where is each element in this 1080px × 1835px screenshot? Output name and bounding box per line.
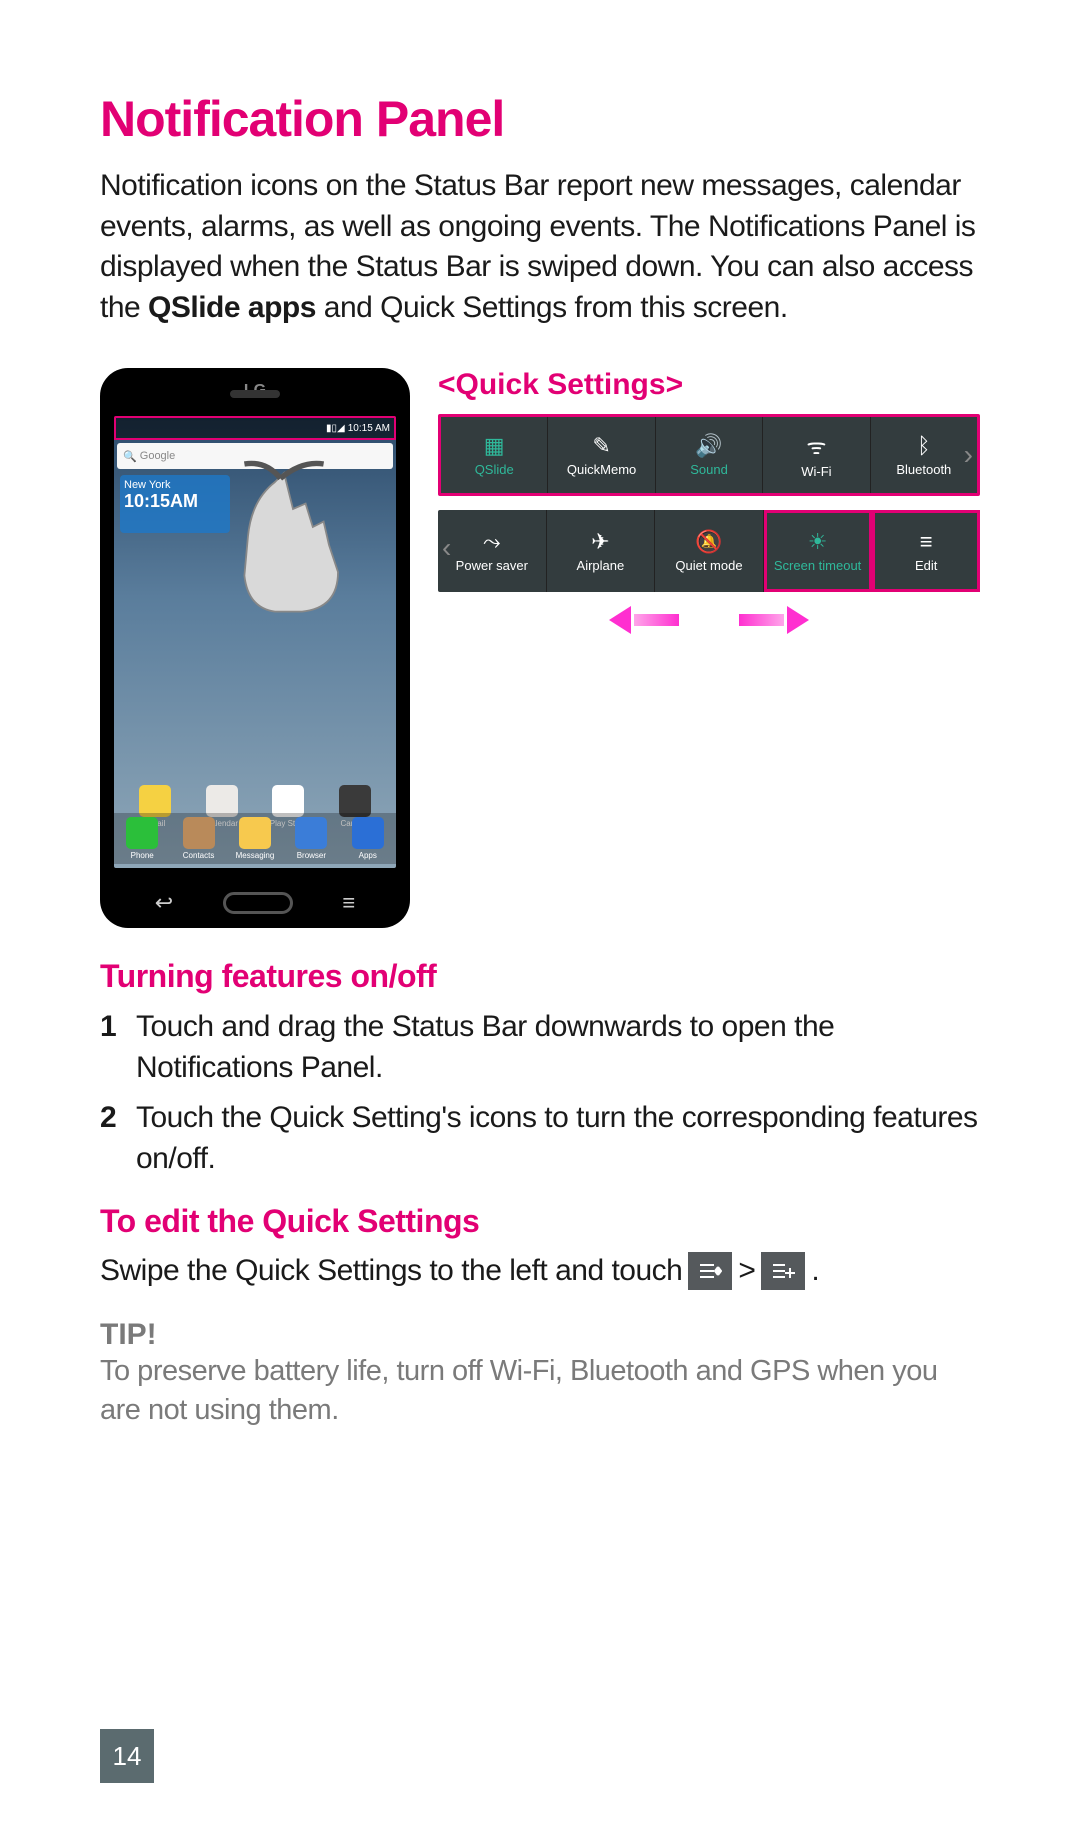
qs-item-screen-timeout: ☀Screen timeout [764,510,873,592]
steps-list: 1Touch and drag the Status Bar downwards… [100,1007,980,1179]
home-button [223,892,293,914]
phone-navbar: ↩ ≡ [100,890,410,916]
app-icon: Browser [290,817,332,860]
menu-icon: ≡ [342,890,355,916]
qs-row-2: ‹ ⤳Power saver✈Airplane🔕Quiet mode☀Scree… [438,510,980,592]
swipe-arrows [438,606,980,634]
phone-mock: LG ▮▯◢ 10:15 AM 🔍 Google New York 10:15A… [100,368,410,928]
arrow-right-icon [739,606,809,634]
edit-instruction: Swipe the Quick Settings to the left and… [100,1252,980,1290]
step: 1Touch and drag the Status Bar downwards… [100,1007,980,1088]
qs-item-power-saver: ⤳Power saver [438,510,547,592]
qs-row-1: › ▦QSlide✎QuickMemo🔊SoundᯤWi-FiᛒBluetoot… [438,414,980,496]
qs-item-sound: 🔊Sound [656,417,763,493]
page-title: Notification Panel [100,90,980,148]
tip-body: To preserve battery life, turn off Wi-Fi… [100,1352,980,1430]
edit-period: . [811,1254,819,1288]
qs-item-airplane: ✈Airplane [547,510,656,592]
swipe-hand-icon [194,446,374,626]
gt-separator: > [738,1254,755,1288]
app-icon: Phone [121,817,163,860]
signal-icon: ▮▯◢ [326,423,345,434]
chevron-left-icon: ‹ [442,532,451,564]
page-number: 14 [100,1729,154,1783]
step: 2Touch the Quick Setting's icons to turn… [100,1098,980,1179]
section-heading-2: To edit the Quick Settings [100,1203,980,1240]
qs-item-quickmemo: ✎QuickMemo [548,417,655,493]
quick-settings-panel: <Quick Settings> › ▦QSlide✎QuickMemo🔊Sou… [438,368,980,928]
search-placeholder: Google [140,450,175,462]
tip-heading: TIP! [100,1318,980,1352]
qs-item-quiet-mode: 🔕Quiet mode [655,510,764,592]
chevron-right-icon: › [964,439,973,471]
app-row-2: Phone Contacts Messaging Browser Apps [114,813,396,864]
qs-item-wi-fi: ᯤWi-Fi [763,417,870,493]
qs-item-bluetooth: ᛒBluetooth [871,417,977,493]
edit-text: Swipe the Quick Settings to the left and… [100,1254,682,1288]
phone-speaker [230,390,280,398]
edit-list-icon [688,1252,732,1290]
app-icon: Contacts [178,817,220,860]
edit-add-icon [761,1252,805,1290]
figure-row: LG ▮▯◢ 10:15 AM 🔍 Google New York 10:15A… [100,368,980,928]
intro-paragraph: Notification icons on the Status Bar rep… [100,166,980,328]
qs-item-edit: ≡Edit [872,510,980,592]
search-icon: 🔍 [123,450,140,463]
status-bar: ▮▯◢ 10:15 AM [114,416,396,440]
phone-screen: ▮▯◢ 10:15 AM 🔍 Google New York 10:15AM E… [114,416,396,868]
arrow-left-icon [609,606,679,634]
qs-item-qslide: ▦QSlide [441,417,548,493]
qs-heading: <Quick Settings> [438,368,980,402]
app-icon: Messaging [234,817,276,860]
section-heading-1: Turning features on/off [100,958,980,995]
status-time: 10:15 AM [348,423,390,434]
intro-text-2: and Quick Settings from this screen. [324,291,788,324]
app-icon: Apps [347,817,389,860]
intro-bold: QSlide apps [148,291,316,324]
back-icon: ↩ [155,890,173,916]
